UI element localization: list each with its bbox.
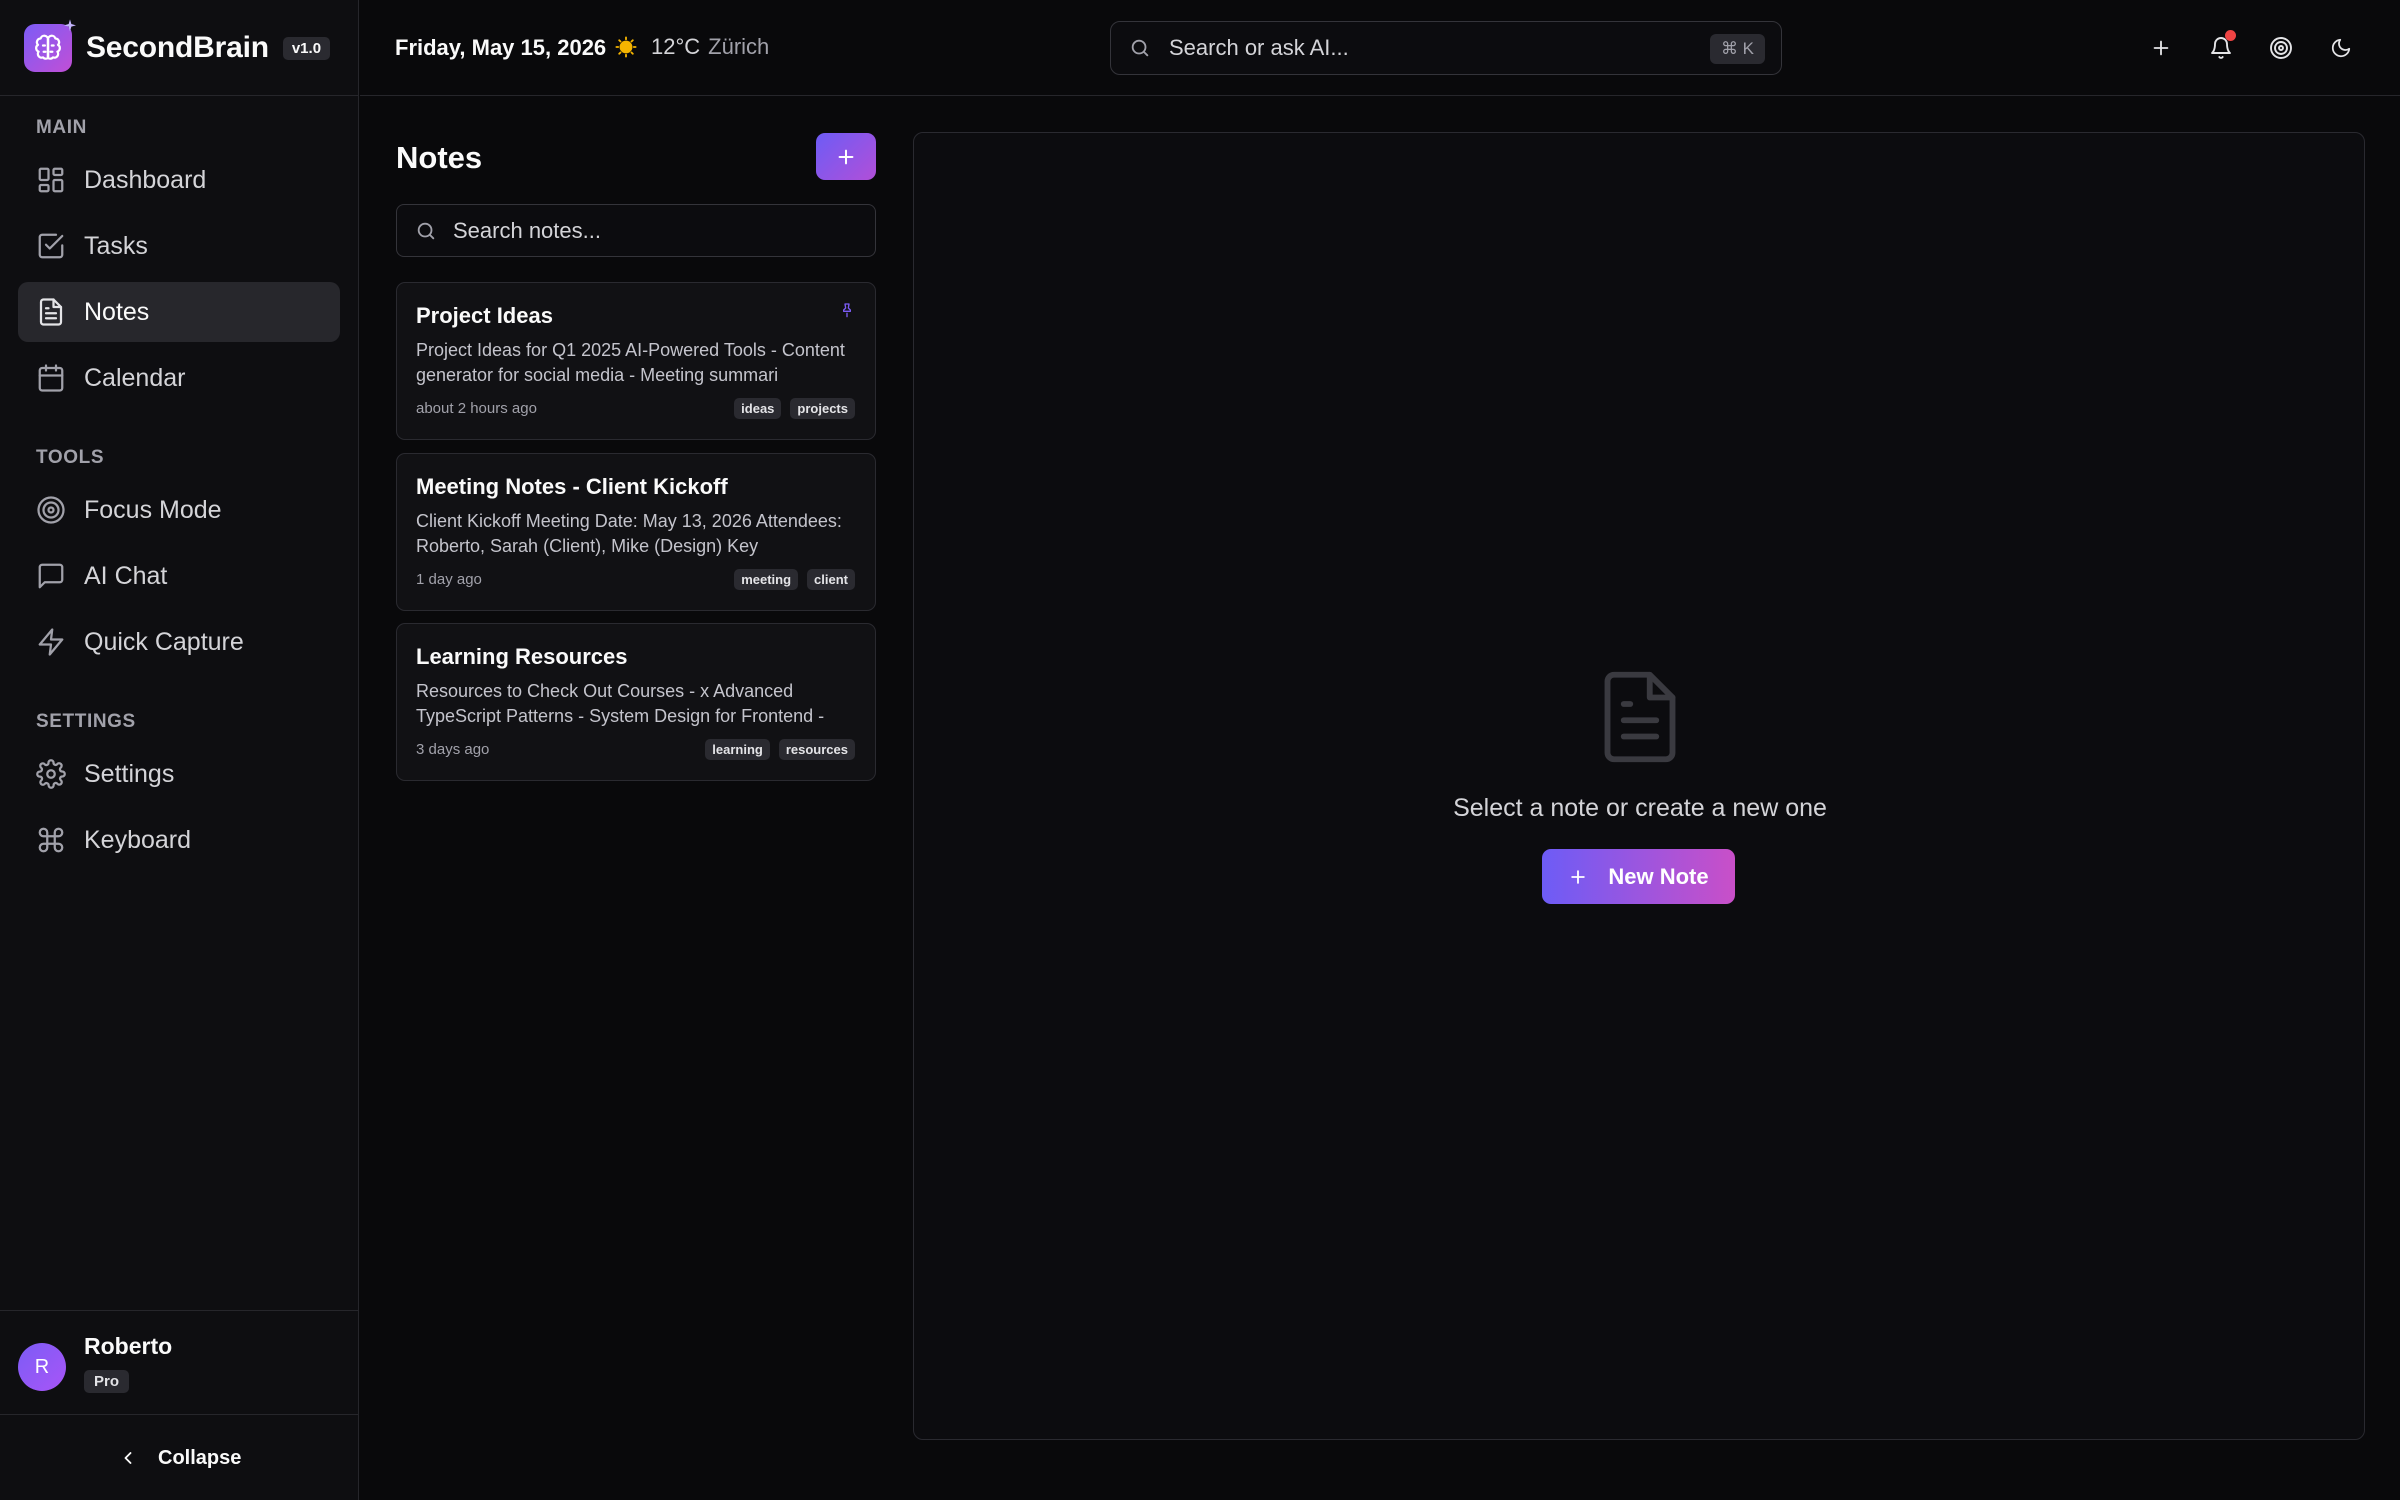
- notes-search[interactable]: [396, 204, 876, 257]
- empty-state-text: Select a note or create a new one: [1453, 794, 1827, 822]
- note-preview: Resources to Check Out Courses - x Advan…: [416, 681, 825, 726]
- user-name: Roberto: [84, 1333, 173, 1359]
- moon-icon: [2331, 38, 2351, 58]
- add-button[interactable]: [2143, 30, 2179, 66]
- collapse-button[interactable]: Collapse: [118, 1440, 241, 1476]
- version-badge: v1.0: [282, 36, 331, 60]
- plan-badge: Pro: [84, 1370, 130, 1393]
- lightning-icon: [38, 628, 64, 656]
- weather-temp: 12°C: [651, 34, 701, 59]
- add-note-button[interactable]: [816, 133, 876, 180]
- note-title: Learning Resources: [416, 644, 628, 669]
- sidebar-item-label: Tasks: [84, 231, 148, 260]
- weather-widget: 12°C Zürich: [615, 34, 769, 60]
- note-timestamp: 1 day ago: [416, 571, 482, 588]
- document-icon: [1604, 671, 1676, 763]
- search-shortcut: ⌘ K: [1709, 34, 1765, 64]
- new-note-button[interactable]: New Note: [1542, 849, 1735, 904]
- chevron-left-icon: [124, 1452, 132, 1464]
- divider: [0, 1310, 359, 1311]
- divider: [0, 1414, 359, 1415]
- sidebar-item-label: Keyboard: [84, 825, 192, 854]
- sidebar-item-label: Settings: [84, 759, 175, 788]
- notes-search-input[interactable]: [453, 217, 853, 244]
- sidebar-item-settings[interactable]: Settings: [18, 744, 340, 804]
- sidebar-item-dashboard[interactable]: Dashboard: [18, 150, 340, 210]
- sidebar-item-label: Calendar: [84, 363, 186, 392]
- note-card[interactable]: Meeting Notes - Client Kickoff Client Ki…: [396, 453, 876, 611]
- divider: [0, 95, 359, 96]
- sidebar-item-label: Quick Capture: [84, 627, 244, 656]
- command-icon: [38, 827, 64, 853]
- notification-dot: [2225, 30, 2236, 41]
- plus-icon: [1571, 869, 1586, 884]
- weather-city: Zürich: [708, 34, 770, 59]
- note-card[interactable]: Project Ideas Project Ideas for Q1 2025 …: [396, 282, 876, 440]
- focus-mode-button[interactable]: [2263, 30, 2299, 66]
- sidebar-item-focus-mode[interactable]: Focus Mode: [18, 480, 340, 540]
- target-icon: [2270, 37, 2292, 59]
- brand-name: SecondBrain: [86, 31, 269, 64]
- dashboard-icon: [38, 167, 64, 193]
- tasks-icon: [38, 233, 64, 259]
- nav-section-main: MAIN: [36, 117, 87, 138]
- pin-icon[interactable]: [839, 301, 855, 319]
- search-icon: [1131, 39, 1149, 57]
- note-preview: Client Kickoff Meeting Date: May 13, 202…: [416, 511, 842, 556]
- sidebar-item-label: AI Chat: [84, 561, 168, 590]
- note-tag: projects: [790, 398, 855, 419]
- target-icon: [37, 496, 65, 524]
- note-card[interactable]: Learning Resources Resources to Check Ou…: [396, 623, 876, 781]
- sidebar-item-keyboard[interactable]: Keyboard: [18, 810, 340, 870]
- chat-icon: [38, 563, 64, 589]
- plus-icon: [838, 149, 854, 164]
- note-tag: learning: [705, 739, 770, 760]
- brand[interactable]: SecondBrain v1.0: [24, 19, 331, 74]
- sidebar-item-label: Dashboard: [84, 165, 207, 194]
- note-editor-panel: Select a note or create a new one New No…: [913, 132, 2365, 1440]
- sidebar-item-label: Notes: [84, 297, 150, 326]
- gear-icon: [36, 759, 66, 789]
- sidebar-item-label: Focus Mode: [84, 495, 222, 524]
- page-title: Notes: [396, 140, 483, 175]
- plus-icon: [2153, 40, 2169, 56]
- sidebar-item-calendar[interactable]: Calendar: [18, 348, 340, 408]
- note-tag: ideas: [734, 398, 782, 419]
- notes-icon: [39, 298, 63, 326]
- note-title: Project Ideas: [416, 303, 553, 328]
- sidebar-item-ai-chat[interactable]: AI Chat: [18, 546, 340, 606]
- note-preview: Project Ideas for Q1 2025 AI-Powered Too…: [416, 340, 845, 385]
- note-tag: resources: [778, 739, 855, 760]
- brain-logo-icon: [24, 19, 76, 72]
- sidebar-item-tasks[interactable]: Tasks: [18, 216, 340, 276]
- current-date: Friday, May 15, 2026: [395, 35, 607, 60]
- note-timestamp: about 2 hours ago: [416, 400, 537, 417]
- sidebar-item-quick-capture[interactable]: Quick Capture: [18, 612, 340, 672]
- search-icon: [417, 222, 435, 239]
- collapse-label: Collapse: [158, 1446, 242, 1469]
- sun-icon: [615, 36, 637, 58]
- note-tag: client: [807, 569, 855, 590]
- user-profile[interactable]: R Roberto Pro: [18, 1333, 172, 1393]
- top-header: Friday, May 15, 2026 12°C Zürich ⌘ K: [360, 0, 2400, 96]
- sparkle-icon: [64, 19, 76, 32]
- sidebar: SecondBrain v1.0 MAIN Dashboard Tasks No…: [0, 0, 359, 1500]
- notifications-button[interactable]: [2203, 30, 2239, 66]
- nav-section-tools: TOOLS: [36, 447, 105, 468]
- avatar: R: [18, 1343, 66, 1391]
- new-note-label: New Note: [1608, 863, 1709, 889]
- note-timestamp: 3 days ago: [416, 741, 490, 758]
- note-tag: meeting: [734, 569, 799, 590]
- note-title: Meeting Notes - Client Kickoff: [416, 474, 728, 499]
- nav-section-settings: SETTINGS: [36, 711, 136, 732]
- calendar-icon: [38, 364, 64, 392]
- sidebar-item-notes[interactable]: Notes: [18, 282, 340, 342]
- global-search[interactable]: ⌘ K: [1110, 21, 1782, 75]
- theme-toggle-button[interactable]: [2323, 30, 2359, 66]
- global-search-input[interactable]: [1169, 35, 1669, 61]
